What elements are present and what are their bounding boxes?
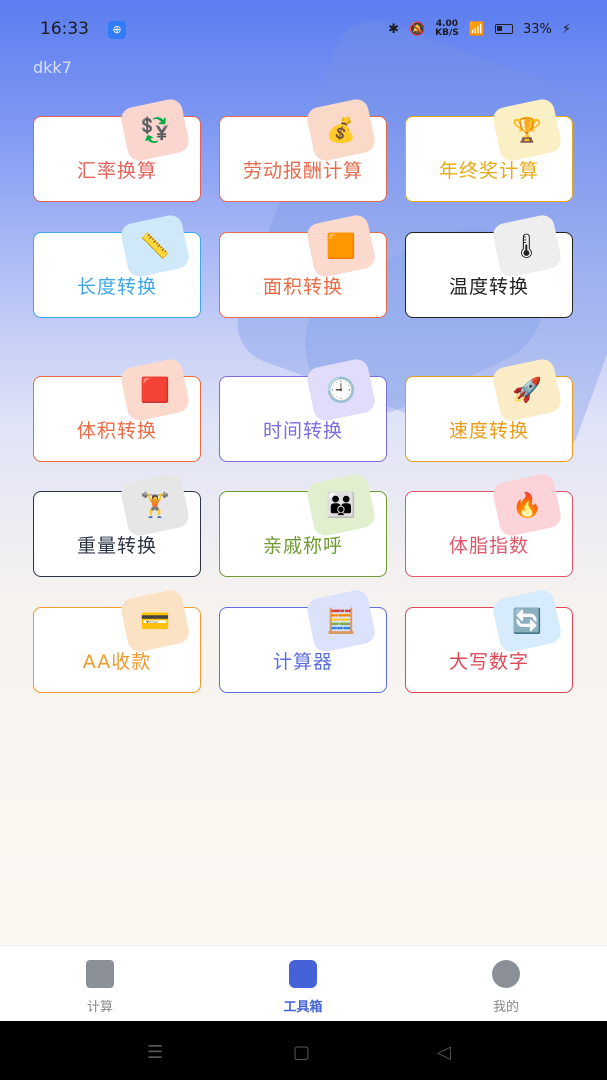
- tool-label: 体积转换: [76, 420, 157, 442]
- trophy-icon: 🏆: [491, 97, 563, 163]
- tool-card[interactable]: 🌡 温度转换: [405, 213, 573, 318]
- tool-label: 劳动报酬计算: [242, 160, 363, 182]
- tool-label: 大写数字: [448, 651, 529, 673]
- network-speed: 4.00 KB/S: [435, 20, 459, 38]
- battery-level: 33%: [522, 21, 552, 37]
- money-exchange-icon: 💱: [119, 97, 191, 163]
- wifi-icon: 📶: [468, 21, 485, 37]
- tool-card[interactable]: 🏆 年终奖计算: [405, 97, 573, 202]
- tab-label: 工具箱: [283, 1000, 323, 1015]
- icon-glyph: 🟧: [325, 232, 357, 261]
- tool-card[interactable]: 🏋 重量转换: [33, 472, 201, 577]
- tool-card[interactable]: 🟧 面积转换: [219, 213, 387, 318]
- username: dkk7: [33, 58, 72, 77]
- tool-label: 重量转换: [76, 535, 157, 557]
- icon-glyph: 💳: [139, 607, 171, 636]
- square-icon: 🟧: [305, 213, 377, 279]
- system-navigation-bar: ☰ ▢ ◁: [0, 1021, 607, 1080]
- clock-icon: 🕘: [305, 357, 377, 423]
- tool-label: 亲戚称呼: [262, 535, 343, 557]
- calculator-icon: [86, 960, 114, 988]
- network-speed-unit: KB/S: [435, 28, 459, 38]
- money-bag-icon: 💰: [305, 97, 377, 163]
- payment-icon: 💳: [119, 588, 191, 654]
- icon-glyph: 👪: [325, 491, 357, 520]
- bluetooth-icon: ✱: [388, 21, 399, 37]
- icon-glyph: 🕘: [325, 376, 357, 405]
- person-icon: [492, 960, 520, 988]
- tool-card[interactable]: 👪 亲戚称呼: [219, 472, 387, 577]
- status-time: 16:33: [40, 19, 89, 39]
- home-icon[interactable]: ▢: [293, 1042, 310, 1063]
- kettlebell-icon: 🏋: [119, 472, 191, 538]
- tool-label: 汇率换算: [76, 160, 157, 182]
- mute-icon: 🔕: [408, 21, 426, 37]
- tool-card[interactable]: 💳 AA收款: [33, 588, 201, 693]
- bottom-tab-bar: 计算 工具箱 我的: [0, 945, 607, 1021]
- icon-glyph: 🔄: [511, 607, 543, 636]
- ruler-icon: 📏: [119, 213, 191, 279]
- tab-toolbox[interactable]: 工具箱: [243, 956, 363, 1015]
- tool-card[interactable]: 🚀 速度转换: [405, 357, 573, 462]
- icon-glyph: 📏: [139, 232, 171, 261]
- icon-glyph: 💰: [325, 116, 357, 145]
- tool-card[interactable]: 📏 长度转换: [33, 213, 201, 318]
- status-bar: 16:33 ⊕ ✱ 🔕 4.00 KB/S 📶 33% ⚡: [0, 0, 607, 58]
- rocket-icon: 🚀: [491, 357, 563, 423]
- icon-glyph: 🏋: [139, 491, 171, 520]
- tab-calculate[interactable]: 计算: [40, 956, 160, 1015]
- tool-card[interactable]: 🧮 计算器: [219, 588, 387, 693]
- tool-card[interactable]: 🔥 体脂指数: [405, 472, 573, 577]
- tool-card[interactable]: 🔄 大写数字: [405, 588, 573, 693]
- tool-label: 面积转换: [262, 276, 343, 298]
- battery-icon: [494, 24, 513, 34]
- swap-icon: 🔄: [491, 588, 563, 654]
- icon-glyph: 🚀: [511, 376, 543, 405]
- tool-label: 长度转换: [76, 276, 157, 298]
- menu-icon[interactable]: ☰: [147, 1042, 163, 1063]
- thermometer-icon: 🌡: [491, 213, 563, 279]
- icon-glyph: 🔥: [511, 491, 543, 520]
- kcal-icon: 🔥: [491, 472, 563, 538]
- tool-label: 体脂指数: [448, 535, 529, 557]
- tool-label: 年终奖计算: [438, 160, 539, 182]
- tool-card[interactable]: 🟥 体积转换: [33, 357, 201, 462]
- back-icon[interactable]: ◁: [437, 1042, 451, 1063]
- icon-glyph: 🌡: [511, 232, 543, 260]
- icon-glyph: 🟥: [139, 376, 171, 405]
- briefcase-icon: [289, 960, 317, 988]
- tool-label: 速度转换: [448, 420, 529, 442]
- icon-glyph: 🧮: [325, 607, 357, 636]
- app-notification-icon: ⊕: [108, 21, 126, 39]
- tool-label: 温度转换: [448, 276, 529, 298]
- tab-label: 我的: [492, 1000, 519, 1015]
- tool-card[interactable]: 🕘 时间转换: [219, 357, 387, 462]
- icon-glyph: 🏆: [511, 116, 543, 145]
- cube-icon: 🟥: [119, 357, 191, 423]
- status-icons: ✱ 🔕 4.00 KB/S 📶 33% ⚡: [388, 20, 571, 38]
- tool-card[interactable]: 💱 汇率换算: [33, 97, 201, 202]
- tab-label: 计算: [86, 1000, 113, 1015]
- calculator-icon: 🧮: [305, 588, 377, 654]
- icon-glyph: 💱: [139, 116, 171, 145]
- tool-card[interactable]: 💰 劳动报酬计算: [219, 97, 387, 202]
- tab-mine[interactable]: 我的: [446, 956, 566, 1015]
- people-icon: 👪: [305, 472, 377, 538]
- charging-icon: ⚡: [561, 21, 571, 37]
- tool-label: 时间转换: [262, 420, 343, 442]
